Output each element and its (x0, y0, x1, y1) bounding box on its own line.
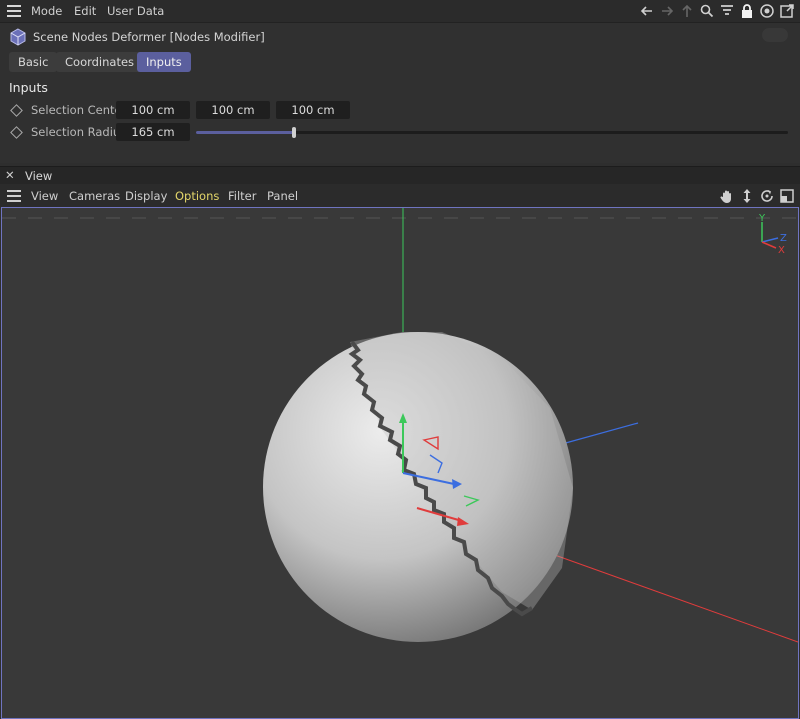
toggle-switch[interactable] (762, 28, 788, 42)
param-selection-center: Selection Center 100 cm 100 cm 100 cm (0, 100, 800, 120)
menu-edit[interactable]: Edit (74, 4, 96, 18)
tab-basic[interactable]: Basic (9, 52, 58, 72)
view-panel-header: ✕ View (0, 166, 800, 184)
object-header: Scene Nodes Deformer [Nodes Modifier] (0, 23, 800, 51)
lock-icon[interactable] (739, 3, 755, 19)
deformed-sphere[interactable] (263, 332, 573, 642)
keyframe-diamond-icon[interactable] (10, 126, 23, 139)
world-x-axis (537, 548, 798, 643)
gizmo-y-label: Y (758, 213, 766, 224)
attribute-tabs: Basic Coordinates Inputs (0, 51, 800, 75)
search-icon[interactable] (699, 3, 715, 19)
zoom-arrows-icon[interactable] (739, 188, 755, 204)
back-arrow-icon[interactable] (639, 3, 655, 19)
slider-fill (196, 131, 294, 134)
world-z-axis (561, 422, 639, 445)
selection-center-y-field[interactable]: 100 cm (196, 101, 270, 119)
rotate-icon[interactable] (759, 188, 775, 204)
param-label: Selection Center (31, 103, 127, 117)
filter-icon[interactable] (719, 3, 735, 19)
view-panel-title: View (25, 169, 53, 183)
close-icon[interactable]: ✕ (5, 168, 15, 182)
3d-viewport[interactable]: Y Z X (1, 207, 799, 719)
inputs-section: Inputs Selection Center 100 cm 100 cm 10… (0, 75, 800, 163)
hamburger-menu-icon[interactable] (7, 5, 21, 17)
viewport-menu-view[interactable]: View (31, 189, 58, 203)
selection-radius-slider[interactable] (196, 127, 788, 138)
maximize-icon[interactable] (779, 188, 795, 204)
gizmo-x-label: X (778, 245, 785, 256)
viewport-menubar: View Cameras Display Options Filter Pane… (0, 184, 800, 207)
selection-center-x-field[interactable]: 100 cm (116, 101, 190, 119)
tab-coordinates[interactable]: Coordinates (56, 52, 144, 72)
nodes-cube-icon (10, 28, 26, 46)
move-hand-icon[interactable] (719, 188, 735, 204)
section-title: Inputs (9, 80, 48, 95)
up-arrow-icon[interactable] (679, 3, 695, 19)
viewport-menu-filter[interactable]: Filter (228, 189, 256, 203)
viewport-menu-options[interactable]: Options (175, 189, 219, 203)
new-window-icon[interactable] (779, 3, 795, 19)
target-icon[interactable] (759, 3, 775, 19)
viewport-menu-cameras[interactable]: Cameras (69, 189, 120, 203)
keyframe-diamond-icon[interactable] (10, 104, 23, 117)
attribute-menubar: Mode Edit User Data (0, 0, 800, 23)
forward-arrow-icon[interactable] (659, 3, 675, 19)
menu-mode[interactable]: Mode (31, 4, 62, 18)
selection-center-z-field[interactable]: 100 cm (276, 101, 350, 119)
viewport-menu-panel[interactable]: Panel (267, 189, 298, 203)
menu-user-data[interactable]: User Data (107, 4, 164, 18)
selection-radius-field[interactable]: 165 cm (116, 123, 190, 141)
viewport-menu-display[interactable]: Display (125, 189, 167, 203)
param-selection-radius: Selection Radius 165 cm (0, 122, 800, 142)
tab-inputs[interactable]: Inputs (137, 52, 191, 72)
axis-orientation-gizmo: Y Z X (758, 213, 787, 256)
slider-handle[interactable] (291, 127, 296, 138)
gizmo-z-label: Z (780, 233, 787, 244)
param-label: Selection Radius (31, 125, 127, 139)
hamburger-menu-icon[interactable] (7, 190, 21, 202)
object-title: Scene Nodes Deformer [Nodes Modifier] (33, 30, 265, 44)
